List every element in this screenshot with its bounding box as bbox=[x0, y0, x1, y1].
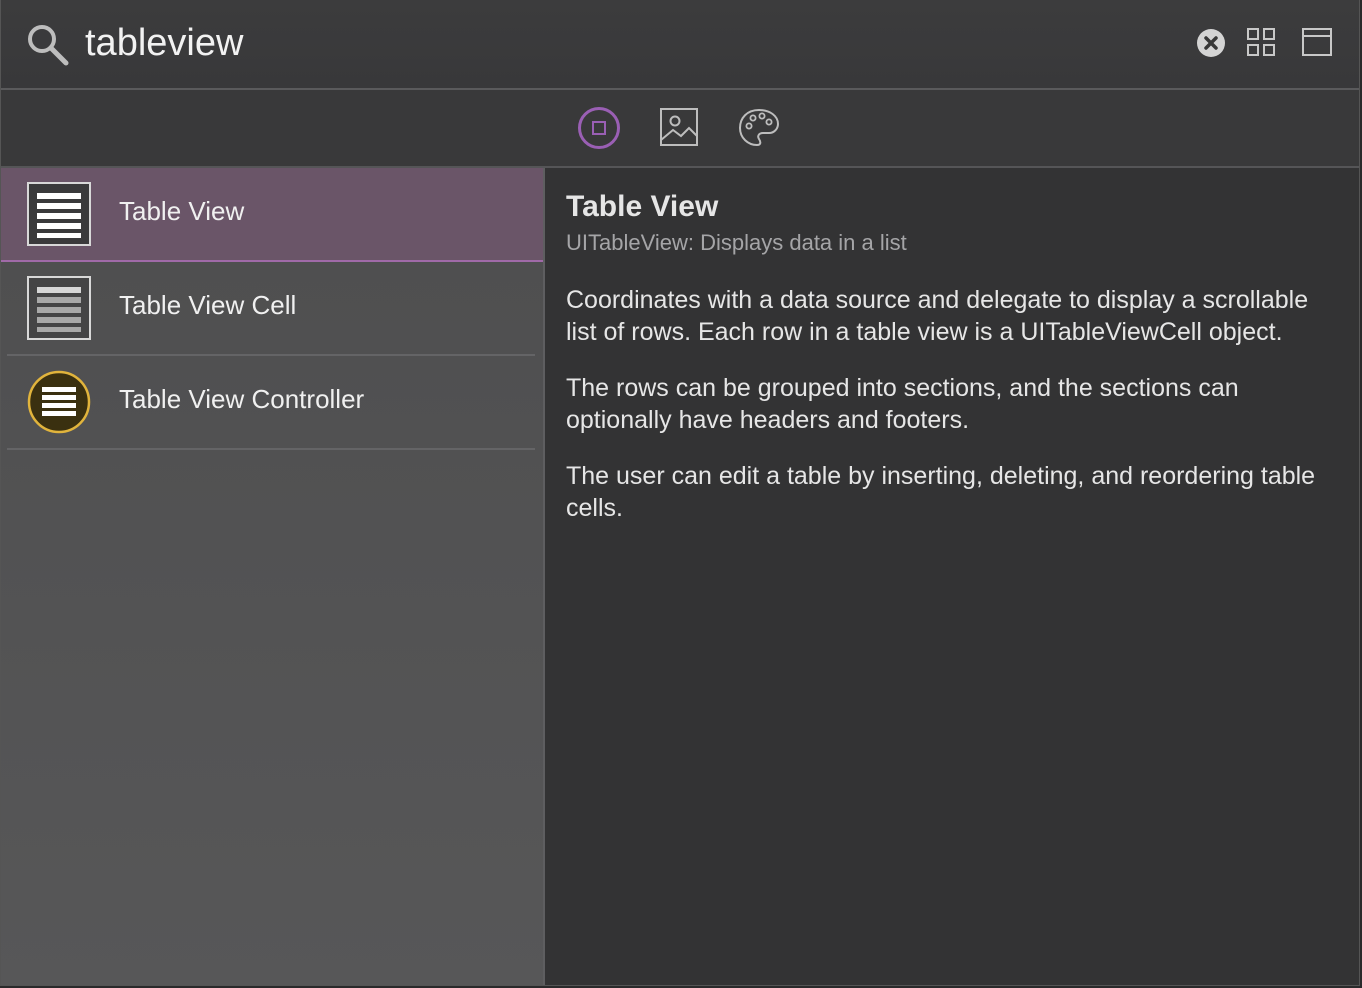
library-window: Table View Table View Cell Table V bbox=[0, 0, 1360, 986]
palette-icon[interactable] bbox=[737, 106, 781, 150]
results-list: Table View Table View Cell Table View Co… bbox=[1, 168, 545, 985]
table-view-cell-icon bbox=[27, 276, 91, 340]
table-view-controller-icon bbox=[27, 370, 91, 434]
image-library-icon[interactable] bbox=[657, 106, 701, 150]
library-tab-bar bbox=[1, 90, 1359, 168]
object-library-icon[interactable] bbox=[577, 106, 621, 150]
detail-paragraph: Coordinates with a data source and deleg… bbox=[566, 286, 1309, 346]
search-input[interactable] bbox=[85, 16, 1165, 70]
detail-paragraph: The user can edit a table by inserting, … bbox=[566, 462, 1316, 522]
search-icon bbox=[28, 25, 69, 66]
list-item-table-view-controller[interactable]: Table View Controller bbox=[1, 356, 543, 450]
list-item-label: Table View bbox=[119, 196, 245, 226]
clear-icon[interactable] bbox=[1196, 28, 1226, 58]
detail-pane: Table View UITableView: Displays data in… bbox=[545, 168, 1359, 985]
detail-paragraph: The rows can be grouped into sections, a… bbox=[566, 374, 1239, 434]
detail-description: Coordinates with a data source and deleg… bbox=[566, 284, 1341, 548]
grid-view-icon[interactable] bbox=[1245, 26, 1277, 58]
list-item-table-view[interactable]: Table View bbox=[1, 168, 543, 262]
list-item-label: Table View Controller bbox=[119, 384, 365, 414]
table-view-icon bbox=[27, 182, 91, 246]
detail-subtitle: UITableView: Displays data in a list bbox=[566, 230, 907, 255]
window-toggle-icon[interactable] bbox=[1301, 26, 1333, 58]
list-item-table-view-cell[interactable]: Table View Cell bbox=[1, 262, 543, 356]
list-separator bbox=[7, 448, 535, 450]
detail-title: Table View bbox=[566, 190, 719, 223]
search-bar bbox=[1, 0, 1359, 90]
list-item-label: Table View Cell bbox=[119, 290, 297, 320]
